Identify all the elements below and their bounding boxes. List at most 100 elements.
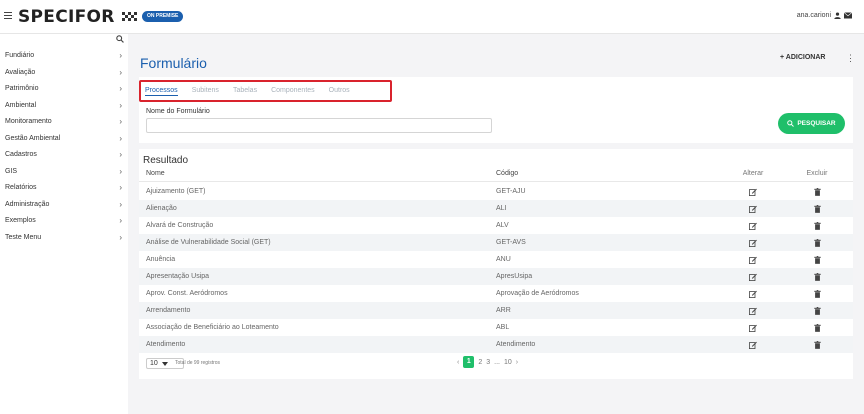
sidebar-item-label: Teste Menu bbox=[5, 233, 42, 241]
edit-icon[interactable] bbox=[739, 200, 767, 217]
cell-nome: Aprov. Const. Aeródromos bbox=[146, 290, 228, 297]
search-icon bbox=[787, 120, 795, 127]
trash-icon[interactable] bbox=[803, 217, 831, 234]
sidebar-item-fundiario[interactable]: Fundiário › bbox=[0, 48, 128, 65]
tab-bar: Processos Subitens Tabelas Componentes O… bbox=[139, 80, 392, 102]
sidebar-item-avaliacao[interactable]: Avaliação › bbox=[0, 65, 128, 82]
column-header-alterar: Alterar bbox=[742, 170, 764, 177]
more-options-icon[interactable]: ⋮ bbox=[846, 53, 855, 64]
table-row[interactable]: Apresentação Usipa ApresUsipa bbox=[139, 268, 853, 285]
trash-icon[interactable] bbox=[803, 336, 831, 353]
table-row[interactable]: Associação de Beneficiário ao Loteamento… bbox=[139, 319, 853, 336]
trash-icon[interactable] bbox=[803, 251, 831, 268]
cell-codigo: Aprovação de Aeródromos bbox=[496, 290, 579, 297]
sidebar-item-label: Gestão Ambiental bbox=[5, 134, 61, 142]
page-2-button[interactable]: 2 bbox=[478, 359, 482, 366]
chevron-down-icon bbox=[161, 361, 168, 366]
trash-icon[interactable] bbox=[803, 319, 831, 336]
top-bar: SPECIFOR ON PREMISE ana.carioni bbox=[0, 0, 864, 34]
sidebar-item-label: Ambiental bbox=[5, 101, 37, 109]
column-header-codigo[interactable]: Código bbox=[496, 170, 518, 177]
add-button[interactable]: + ADICIONAR bbox=[780, 54, 825, 61]
trash-icon[interactable] bbox=[803, 268, 831, 285]
form-name-input[interactable] bbox=[146, 118, 492, 133]
edit-icon[interactable] bbox=[739, 336, 767, 353]
edit-icon[interactable] bbox=[739, 268, 767, 285]
column-header-nome[interactable]: Nome bbox=[146, 170, 165, 177]
table-row[interactable]: Arrendamento ARR bbox=[139, 302, 853, 319]
page-1-button[interactable]: 1 bbox=[463, 356, 475, 368]
pagination: ‹ 1 2 3 ... 10 › bbox=[457, 356, 518, 368]
results-card: Resultado Nome Código Alterar Excluir Aj… bbox=[139, 149, 853, 379]
username: ana.carioni bbox=[796, 12, 831, 19]
chevron-right-icon: › bbox=[119, 232, 122, 242]
tab-componentes[interactable]: Componentes bbox=[271, 87, 315, 95]
chevron-right-icon: › bbox=[119, 51, 122, 60]
tab-processos[interactable]: Processos bbox=[145, 87, 178, 96]
sidebar-item-ambiental[interactable]: Ambiental › bbox=[0, 98, 128, 115]
table-row[interactable]: Ajuizamento (GET) GET-AJU bbox=[139, 183, 853, 200]
cell-nome: Alvará de Construção bbox=[146, 222, 214, 229]
on-premise-badge: ON PREMISE bbox=[142, 11, 184, 22]
edit-icon[interactable] bbox=[739, 285, 767, 302]
sidebar-item-relatorios[interactable]: Relatórios › bbox=[0, 180, 128, 197]
trash-icon[interactable] bbox=[803, 285, 831, 302]
table-row[interactable]: Alienação ALI bbox=[139, 200, 853, 217]
next-page-button[interactable]: › bbox=[516, 359, 518, 366]
cell-nome: Atendimento bbox=[146, 341, 186, 348]
table-row[interactable]: Análise de Vulnerabilidade Social (GET) G… bbox=[139, 234, 853, 251]
chevron-right-icon: › bbox=[119, 150, 122, 159]
search-button[interactable]: PESQUISAR bbox=[778, 113, 845, 134]
sidebar-item-label: Relatórios bbox=[5, 184, 37, 191]
page-10-button[interactable]: 10 bbox=[504, 359, 512, 366]
edit-icon[interactable] bbox=[739, 217, 767, 234]
edit-icon[interactable] bbox=[739, 234, 767, 251]
cell-nome: Ajuizamento (GET) bbox=[146, 188, 206, 195]
hamburger-menu-icon[interactable] bbox=[4, 12, 12, 20]
search-button-label: PESQUISAR bbox=[797, 120, 836, 127]
table-row[interactable]: Alvará de Construção ALV bbox=[139, 217, 853, 234]
table-header: Nome Código Alterar Excluir bbox=[139, 170, 853, 182]
tab-outros[interactable]: Outros bbox=[329, 87, 350, 95]
table-row[interactable]: Atendimento Atendimento bbox=[139, 336, 853, 353]
cell-codigo: GET-AJU bbox=[496, 188, 526, 195]
user-menu[interactable]: ana.carioni bbox=[797, 12, 852, 19]
sidebar-item-gis[interactable]: GIS › bbox=[0, 164, 128, 181]
tab-subitens[interactable]: Subitens bbox=[192, 87, 219, 95]
sidebar-item-exemplos[interactable]: Exemplos › bbox=[0, 213, 128, 230]
table-row[interactable]: Aprov. Const. Aeródromos Aprovação de Aer… bbox=[139, 285, 853, 302]
cell-nome: Arrendamento bbox=[146, 307, 191, 314]
cell-codigo: ALI bbox=[496, 205, 507, 212]
trash-icon[interactable] bbox=[803, 234, 831, 251]
trash-icon[interactable] bbox=[803, 183, 831, 200]
sidebar-item-gestao-ambiental[interactable]: Gestão Ambiental › bbox=[0, 131, 128, 148]
page-3-button[interactable]: 3 bbox=[486, 359, 490, 366]
column-header-excluir: Excluir bbox=[806, 170, 828, 177]
page-ellipsis: ... bbox=[494, 358, 500, 366]
edit-icon[interactable] bbox=[739, 319, 767, 336]
prev-page-button[interactable]: ‹ bbox=[457, 359, 459, 366]
table-row[interactable]: Anuência ANU bbox=[139, 251, 853, 268]
trash-icon[interactable] bbox=[803, 302, 831, 319]
chevron-right-icon: › bbox=[119, 183, 122, 192]
sidebar-item-administracao[interactable]: Administração › bbox=[0, 197, 128, 214]
trash-icon[interactable] bbox=[803, 200, 831, 217]
cell-codigo: ARR bbox=[496, 307, 511, 314]
sidebar-item-cadastros[interactable]: Cadastros › bbox=[0, 147, 128, 164]
edit-icon[interactable] bbox=[739, 302, 767, 319]
sidebar: Fundiário › Avaliação › Patrimônio › Ambien… bbox=[0, 34, 128, 414]
edit-icon[interactable] bbox=[739, 183, 767, 200]
envelope-icon[interactable] bbox=[844, 12, 852, 19]
search-icon[interactable] bbox=[116, 35, 124, 43]
sidebar-item-patrimonio[interactable]: Patrimônio › bbox=[0, 81, 128, 98]
edit-icon[interactable] bbox=[739, 251, 767, 268]
sidebar-item-monitoramento[interactable]: Monitoramento › bbox=[0, 114, 128, 131]
tab-tabelas[interactable]: Tabelas bbox=[233, 87, 257, 95]
chevron-right-icon: › bbox=[119, 67, 122, 77]
cell-codigo: Atendimento bbox=[496, 341, 536, 348]
results-title: Resultado bbox=[143, 155, 189, 166]
chevron-right-icon: › bbox=[119, 166, 122, 176]
logo-dots-icon bbox=[122, 12, 138, 22]
sidebar-item-teste-menu[interactable]: Teste Menu › bbox=[0, 230, 128, 247]
chevron-right-icon: › bbox=[119, 100, 122, 110]
